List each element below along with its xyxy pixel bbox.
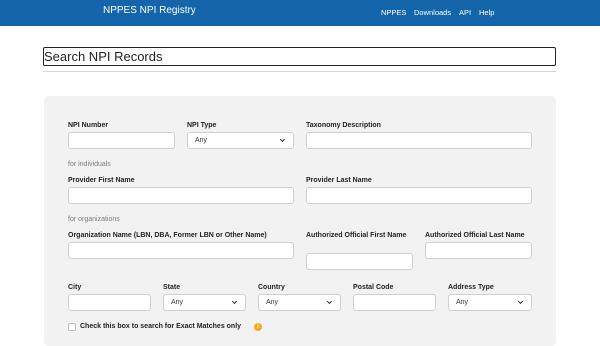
individuals-heading: for individuals xyxy=(68,161,111,168)
last-name-input[interactable] xyxy=(306,187,532,204)
auth-last-input[interactable] xyxy=(425,242,532,259)
title-divider xyxy=(43,71,556,72)
country-select[interactable]: Any xyxy=(258,294,341,311)
nav-link-help[interactable]: Help xyxy=(479,8,494,17)
npi-type-label: NPI Type xyxy=(187,122,217,129)
org-name-input[interactable] xyxy=(68,242,294,259)
site-brand[interactable]: NPPES NPI Registry xyxy=(103,5,196,16)
exact-match-label[interactable]: Check this box to search for Exact Match… xyxy=(80,323,241,330)
address-type-label: Address Type xyxy=(448,284,494,291)
chevron-down-icon xyxy=(326,300,333,305)
npi-number-label: NPI Number xyxy=(68,122,109,129)
npi-type-value: Any xyxy=(195,137,208,144)
nav-link-nppes[interactable]: NPPES xyxy=(381,8,406,17)
chevron-down-icon xyxy=(517,300,524,305)
auth-first-input[interactable] xyxy=(306,253,413,270)
city-input[interactable] xyxy=(68,294,151,311)
npi-number-input[interactable] xyxy=(68,132,175,149)
nav-link-api[interactable]: API xyxy=(459,8,471,17)
taxonomy-input[interactable] xyxy=(306,132,532,149)
info-icon[interactable]: i xyxy=(254,323,262,331)
postal-code-label: Postal Code xyxy=(353,284,394,291)
city-label: City xyxy=(68,284,82,291)
page-title-box: Search NPI Records xyxy=(43,47,556,66)
first-name-label: Provider First Name xyxy=(68,177,135,184)
state-value: Any xyxy=(171,299,184,306)
country-value: Any xyxy=(266,299,279,306)
postal-code-input[interactable] xyxy=(353,294,436,311)
chevron-down-icon xyxy=(231,300,238,305)
state-select[interactable]: Any xyxy=(163,294,246,311)
state-label: State xyxy=(163,284,181,291)
address-type-value: Any xyxy=(456,299,469,306)
auth-first-label: Authorized Official First Name xyxy=(306,232,407,239)
nav-link-downloads[interactable]: Downloads xyxy=(414,8,451,17)
org-name-label: Organization Name (LBN, DBA, Former LBN … xyxy=(68,232,267,239)
page-title: Search NPI Records xyxy=(44,49,163,64)
auth-last-label: Authorized Official Last Name xyxy=(425,232,525,239)
address-type-select[interactable]: Any xyxy=(448,294,532,311)
top-nav-bar: NPPES NPI Registry NPPES Downloads API H… xyxy=(0,0,600,26)
taxonomy-label: Taxonomy Description xyxy=(306,122,381,129)
country-label: Country xyxy=(258,284,285,291)
npi-type-select[interactable]: Any xyxy=(187,132,294,149)
exact-match-checkbox[interactable] xyxy=(68,323,76,331)
chevron-down-icon xyxy=(279,138,286,143)
last-name-label: Provider Last Name xyxy=(306,177,372,184)
first-name-input[interactable] xyxy=(68,187,294,204)
organizations-heading: for organizations xyxy=(68,216,120,223)
